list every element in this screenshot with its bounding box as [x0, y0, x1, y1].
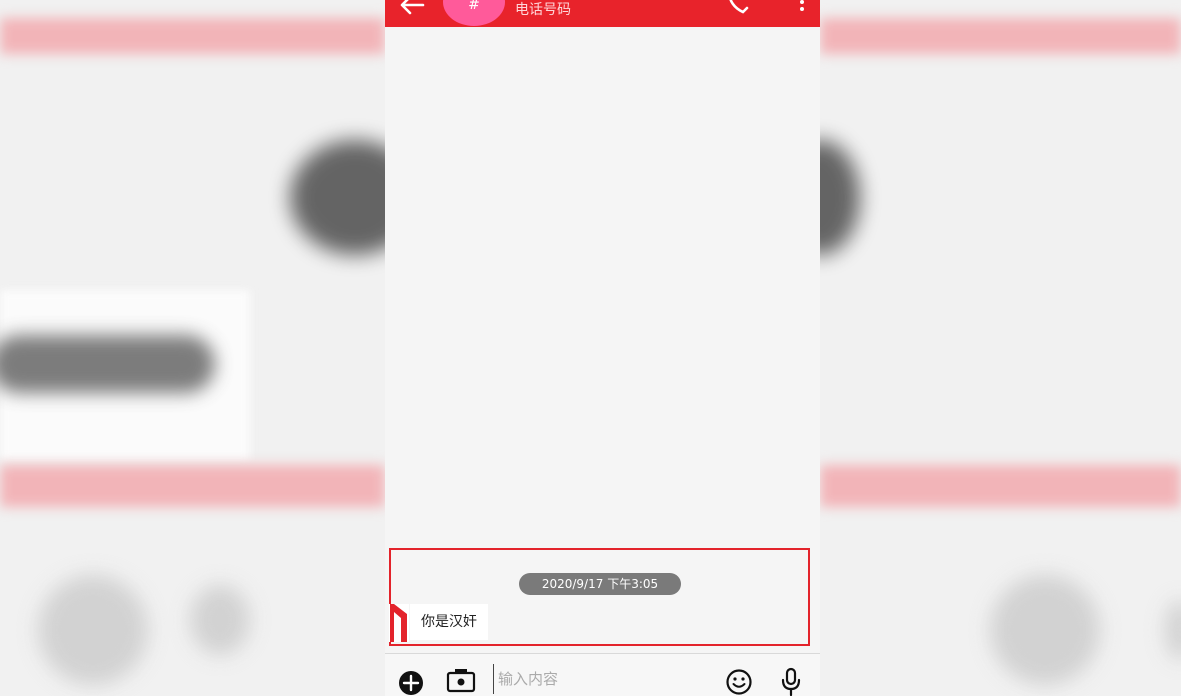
blurred-bottom-band	[820, 465, 1181, 507]
contact-avatar[interactable]: #	[443, 0, 505, 26]
camera-icon[interactable]	[446, 667, 476, 693]
message-bubble[interactable]: 你是汉奸	[410, 604, 488, 640]
blurred-avatar	[820, 140, 860, 255]
blurred-icon	[190, 585, 250, 655]
blurred-background-left	[0, 0, 385, 696]
blurred-background-right	[820, 0, 1181, 696]
composer-bar	[385, 653, 820, 696]
contact-subtitle: 电话号码	[515, 2, 571, 18]
blurred-icon	[38, 575, 148, 685]
chat-screen: # 电话号码 2020/9/17 下午3:05 你是汉奸	[385, 0, 820, 696]
message-timestamp: 2020/9/17 下午3:05	[519, 573, 681, 595]
blurred-timestamp	[0, 335, 215, 393]
more-vertical-icon[interactable]	[797, 0, 807, 18]
add-circle-icon[interactable]	[398, 670, 424, 696]
message-input[interactable]	[493, 664, 720, 694]
blurred-icon	[1165, 600, 1181, 660]
microphone-icon[interactable]	[780, 667, 802, 696]
back-arrow-icon[interactable]	[397, 0, 427, 20]
blurred-bottom-band	[0, 465, 385, 507]
phone-icon[interactable]	[725, 0, 753, 18]
header-bar: # 电话号码	[385, 0, 820, 27]
avatar-text: #	[468, 0, 480, 13]
blurred-header-band	[820, 18, 1181, 54]
blurred-icon	[990, 575, 1100, 685]
blurred-avatar	[290, 140, 385, 255]
sender-avatar[interactable]	[389, 604, 409, 642]
blurred-header-band	[0, 18, 385, 54]
emoji-icon[interactable]	[725, 668, 753, 696]
